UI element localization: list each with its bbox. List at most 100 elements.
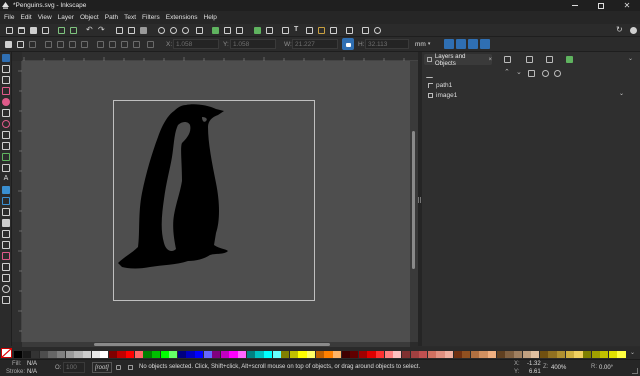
- settings-gear-icon[interactable]: [542, 70, 549, 77]
- menu-view[interactable]: View: [35, 14, 55, 21]
- palette-swatch[interactable]: [100, 351, 109, 358]
- palette-swatch[interactable]: [117, 351, 126, 358]
- palette-swatch[interactable]: [143, 351, 152, 358]
- palette-swatch[interactable]: [212, 351, 221, 358]
- lpe-tool-icon[interactable]: [2, 296, 10, 304]
- edit-path-dock-icon[interactable]: [504, 56, 511, 63]
- palette-swatch[interactable]: [238, 351, 247, 358]
- star-tool-icon[interactable]: [2, 109, 10, 117]
- horizontal-scroll-thumb[interactable]: [94, 343, 330, 346]
- menu-filters[interactable]: Filters: [139, 14, 163, 21]
- palette-swatch[interactable]: [453, 351, 462, 358]
- palette-swatch[interactable]: [444, 351, 454, 358]
- penguin-drawing[interactable]: [116, 103, 236, 273]
- resize-grip-icon[interactable]: [632, 368, 638, 374]
- palette-swatch[interactable]: [505, 351, 514, 358]
- visibility-eye-icon[interactable]: ⌄: [619, 90, 624, 97]
- palette-swatch[interactable]: [65, 351, 74, 358]
- document-dock-icon[interactable]: [546, 56, 553, 63]
- align-icon[interactable]: [147, 41, 154, 48]
- fill-value[interactable]: N/A: [27, 361, 37, 367]
- 3d-box-tool-icon[interactable]: [2, 131, 10, 139]
- zoom-drawing-icon[interactable]: [170, 27, 177, 34]
- menu-edit[interactable]: Edit: [17, 14, 34, 21]
- text-tool-icon[interactable]: A: [2, 175, 10, 183]
- palette-swatch[interactable]: [574, 351, 583, 358]
- palette-swatch[interactable]: [126, 351, 135, 358]
- palette-swatch[interactable]: [376, 351, 385, 358]
- palette-swatch[interactable]: [31, 351, 40, 358]
- hide-layer-icon[interactable]: [128, 365, 133, 370]
- palette-swatch[interactable]: [169, 351, 178, 358]
- zoom-width-icon[interactable]: [196, 27, 203, 34]
- palette-swatch[interactable]: [548, 351, 557, 358]
- palette-swatch[interactable]: [617, 351, 626, 358]
- lower-to-bottom-icon[interactable]: [133, 41, 140, 48]
- connector-tool-icon[interactable]: [2, 252, 10, 260]
- unit-select[interactable]: mm ▾: [415, 39, 437, 49]
- list-item-path1[interactable]: path1: [428, 80, 452, 90]
- palette-swatch[interactable]: [108, 351, 118, 358]
- swatches-dock-icon[interactable]: [566, 56, 573, 63]
- select-all-layers-icon[interactable]: [17, 41, 24, 48]
- menu-extensions[interactable]: Extensions: [163, 14, 201, 21]
- close-button[interactable]: ✕: [614, 0, 640, 11]
- palette-swatch[interactable]: [263, 351, 273, 358]
- symbols-icon[interactable]: [346, 27, 353, 34]
- move-up-icon[interactable]: ⌃: [504, 68, 510, 76]
- zoom-tool-icon[interactable]: [2, 285, 10, 293]
- text-font-icon[interactable]: T: [294, 26, 298, 33]
- palette-swatch[interactable]: [298, 351, 307, 358]
- rectangle-tool-icon[interactable]: [2, 87, 10, 95]
- palette-swatch[interactable]: [410, 351, 419, 358]
- horizontal-ruler[interactable]: [22, 52, 418, 61]
- fill-stroke-icon[interactable]: [282, 27, 289, 34]
- palette-swatch[interactable]: [496, 351, 505, 358]
- palette-swatch[interactable]: [48, 351, 57, 358]
- duplicate-icon[interactable]: [212, 27, 219, 34]
- eraser-tool-icon[interactable]: [2, 241, 10, 249]
- palette-swatch[interactable]: [565, 351, 574, 358]
- palette-swatch[interactable]: [177, 351, 186, 358]
- palette-swatch[interactable]: [531, 351, 540, 358]
- pages-tool-icon[interactable]: [2, 274, 10, 282]
- vertical-scroll-thumb[interactable]: [412, 131, 415, 269]
- unlink-clone-icon[interactable]: [236, 27, 243, 34]
- xml-editor-icon[interactable]: [318, 27, 325, 34]
- raise-to-top-icon[interactable]: [97, 41, 104, 48]
- scale-stroke-toggle[interactable]: [444, 39, 454, 49]
- palette-swatch[interactable]: [522, 351, 531, 358]
- palette-swatch[interactable]: [272, 351, 281, 358]
- group-icon[interactable]: [254, 27, 261, 34]
- palette-swatch[interactable]: [608, 351, 617, 358]
- palette-swatch[interactable]: [462, 351, 471, 358]
- palette-swatch[interactable]: [367, 351, 376, 358]
- palette-swatch[interactable]: [22, 351, 31, 358]
- calligraphy-tool-icon[interactable]: [2, 164, 10, 172]
- preferences-icon[interactable]: [374, 27, 381, 34]
- palette-swatch[interactable]: [582, 351, 592, 358]
- dock-tab[interactable]: Layers and Objects ×: [424, 53, 492, 67]
- dock-tab-close-icon[interactable]: ×: [488, 57, 492, 63]
- opacity-field[interactable]: 100: [63, 362, 85, 373]
- palette-swatch[interactable]: [14, 351, 23, 358]
- menu-layer[interactable]: Layer: [55, 14, 77, 21]
- palette-swatch[interactable]: [281, 351, 290, 358]
- palette-swatch[interactable]: [419, 351, 428, 358]
- align-distribute-icon[interactable]: [330, 27, 337, 34]
- select-all-icon[interactable]: [5, 41, 12, 48]
- pen-tool-icon[interactable]: [2, 142, 10, 150]
- lock-layer-icon[interactable]: [116, 365, 121, 370]
- export-icon[interactable]: [70, 27, 77, 34]
- palette-swatch[interactable]: [315, 351, 324, 358]
- palette-swatch[interactable]: [591, 351, 600, 358]
- palette-swatch[interactable]: [393, 351, 402, 358]
- undo-icon[interactable]: ↶: [86, 25, 93, 34]
- vertical-ruler[interactable]: [12, 61, 22, 342]
- save-icon[interactable]: [30, 27, 37, 34]
- snap-toggle-icon[interactable]: ↻: [616, 25, 623, 34]
- rotate-cw-icon[interactable]: [57, 41, 64, 48]
- palette-swatch[interactable]: [82, 351, 92, 358]
- measure-tool-icon[interactable]: [2, 263, 10, 271]
- move-down-icon[interactable]: ⌄: [516, 68, 522, 76]
